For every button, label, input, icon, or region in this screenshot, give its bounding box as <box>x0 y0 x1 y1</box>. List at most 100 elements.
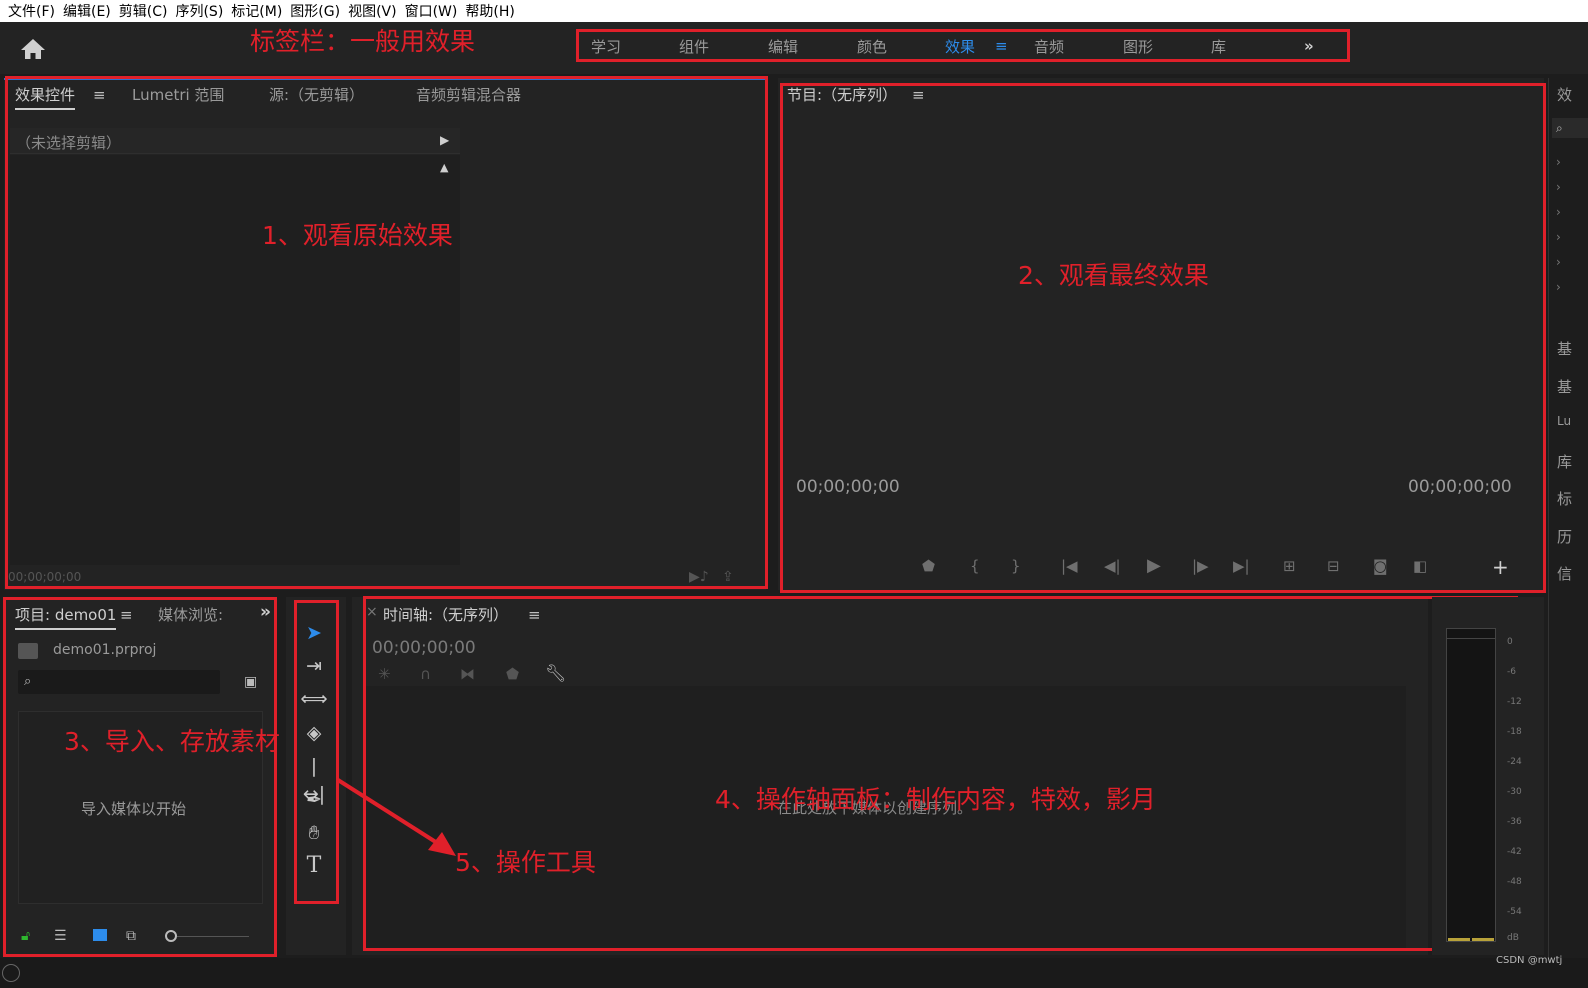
freeform-view-icon[interactable]: ⧉ <box>126 928 136 944</box>
nest-icon[interactable]: ✳ <box>378 665 391 683</box>
timeline-timecode[interactable]: 00;00;00;00 <box>372 638 476 658</box>
scroll-up-icon[interactable]: ▲ <box>440 161 448 174</box>
export-icon[interactable]: ⇪ <box>722 569 734 585</box>
mark-out-icon[interactable]: } <box>1011 557 1021 575</box>
side-info-tab[interactable]: 信 <box>1557 563 1572 584</box>
lift-icon[interactable]: ⊞ <box>1283 557 1296 575</box>
go-to-in-icon[interactable]: |◀ <box>1061 557 1078 575</box>
hand-tool-icon[interactable]: ✋︎ <box>300 819 328 847</box>
annotation-final-effect: 2、观看最终效果 <box>1018 261 1209 290</box>
step-forward-icon[interactable]: |▶ <box>1192 557 1209 575</box>
tab-project[interactable]: 项目: demo01 <box>15 604 117 630</box>
annotation-arrow <box>336 778 456 856</box>
ripple-edit-tool-icon[interactable]: ⟺ <box>300 685 328 713</box>
zoom-slider-track[interactable] <box>177 936 249 937</box>
workspace-tab-assembly[interactable]: 组件 <box>679 36 709 57</box>
extract-icon[interactable]: ⊟ <box>1327 557 1340 575</box>
effect-controls-timecode: 00;00;00;00 <box>8 570 82 584</box>
go-to-out-icon[interactable]: ▶| <box>1233 557 1250 575</box>
workspace-tab-audio[interactable]: 音频 <box>1034 36 1064 57</box>
new-bin-search-icon[interactable]: ▣ <box>244 674 257 690</box>
timeline-title[interactable]: 时间轴:（无序列） <box>383 604 508 625</box>
side-history-tab[interactable]: 历 <box>1557 526 1572 547</box>
import-media-text: 导入媒体以开始 <box>81 800 187 818</box>
meter-tick: -48 <box>1507 877 1522 887</box>
double-chevron-right-icon[interactable]: » <box>1304 37 1314 55</box>
menu-graphics[interactable]: 图形(G) <box>288 1 346 21</box>
annotation-timeline: 4、操作轴面板：制作内容，特效，影月 <box>715 785 1156 814</box>
annotation-tools: 5、操作工具 <box>455 848 596 877</box>
linked-selection-icon[interactable]: ⧓ <box>460 665 475 683</box>
side-markers-tab[interactable]: 标 <box>1557 488 1572 509</box>
side-lumetri-tab[interactable]: Lu <box>1557 414 1571 428</box>
workspace-tab-editing[interactable]: 编辑 <box>768 36 798 57</box>
program-title[interactable]: 节目:（无序列） <box>787 84 897 105</box>
workspace-menu-icon[interactable]: ≡ <box>995 37 1008 55</box>
side-effects-tab[interactable]: 效 <box>1557 84 1572 105</box>
razor-tool-icon[interactable]: ◈ <box>300 719 328 747</box>
workspace-tab-color[interactable]: 颜色 <box>857 36 887 57</box>
project-search-input[interactable]: ⌕ <box>18 670 220 694</box>
project-more-icon[interactable]: » <box>260 602 271 622</box>
program-timecode-current[interactable]: 00;00;00;00 <box>796 477 900 497</box>
home-icon[interactable] <box>20 38 46 60</box>
menu-window[interactable]: 窗口(W) <box>403 1 464 21</box>
snap-icon[interactable]: ∩ <box>420 665 431 683</box>
comparison-view-icon[interactable]: ◧ <box>1413 557 1427 575</box>
timeline-close-icon[interactable]: × <box>366 604 378 620</box>
meter-tick: -54 <box>1507 907 1522 917</box>
workspace-tab-effects[interactable]: 效果 <box>945 36 975 57</box>
workspace-tab-graphics[interactable]: 图形 <box>1123 36 1153 57</box>
meter-tick: -24 <box>1507 757 1522 767</box>
pen-tool-icon[interactable]: ✒ <box>300 786 328 814</box>
tab-audio-clip-mixer[interactable]: 音频剪辑混合器 <box>416 84 521 105</box>
side-libraries-tab[interactable]: 库 <box>1557 451 1572 472</box>
selection-tool-icon[interactable]: ➤ <box>300 619 328 647</box>
status-icon[interactable] <box>2 964 20 982</box>
add-button-icon[interactable]: + <box>1492 555 1509 579</box>
filter-audio-icon[interactable]: ▶♪ <box>689 569 709 585</box>
side-search-field[interactable]: ⌕ <box>1552 118 1588 138</box>
type-tool-icon[interactable]: T <box>300 852 328 880</box>
tab-media-browser[interactable]: 媒体浏览: <box>158 604 223 625</box>
menu-view[interactable]: 视图(V) <box>346 1 403 21</box>
menu-marker[interactable]: 标记(M) <box>229 1 288 21</box>
export-frame-icon[interactable]: ◙ <box>1373 557 1388 575</box>
menu-edit[interactable]: 编辑(E) <box>61 1 117 21</box>
audio-meter <box>1446 628 1496 942</box>
list-view-icon[interactable]: ☰ <box>54 928 67 944</box>
workspace-tab-learn[interactable]: 学习 <box>591 36 621 57</box>
track-select-tool-icon[interactable]: ⇥ <box>300 652 328 680</box>
tab-lumetri-scopes[interactable]: Lumetri 范围 <box>132 84 224 105</box>
menu-clip[interactable]: 剪辑(C) <box>117 1 174 21</box>
zoom-slider-handle[interactable] <box>165 930 177 942</box>
menu-help[interactable]: 帮助(H) <box>463 1 520 21</box>
menu-file[interactable]: 文件(F) <box>6 1 61 21</box>
side-essential-tab-1[interactable]: 基 <box>1557 338 1572 359</box>
marker-icon[interactable]: ⬟ <box>922 557 935 575</box>
timeline-menu-icon[interactable]: ≡ <box>528 606 541 624</box>
play-icon[interactable]: ▶ <box>1147 555 1161 576</box>
add-marker-icon[interactable]: ⬟ <box>506 665 519 683</box>
side-chevron-list[interactable]: › › › › › › <box>1556 150 1561 300</box>
play-triangle-icon[interactable]: ▶ <box>440 133 449 147</box>
annotation-original-effect: 1、观看原始效果 <box>262 221 453 250</box>
meter-tick: -42 <box>1507 847 1522 857</box>
tab-effect-controls[interactable]: 效果控件 <box>15 84 76 110</box>
wrench-icon[interactable]: 🔧︎ <box>545 664 567 684</box>
icon-view-icon[interactable] <box>93 929 107 941</box>
menu-sequence[interactable]: 序列(S) <box>173 1 229 21</box>
tab-source[interactable]: 源:（无剪辑） <box>269 84 364 105</box>
side-essential-tab-2[interactable]: 基 <box>1557 376 1572 397</box>
slip-tool-icon[interactable]: |↔| <box>300 752 328 805</box>
lock-icon[interactable]: 🔓︎ <box>21 928 30 944</box>
program-menu-icon[interactable]: ≡ <box>912 86 925 104</box>
panel-menu-icon[interactable]: ≡ <box>93 86 106 104</box>
project-menu-icon[interactable]: ≡ <box>120 606 133 624</box>
step-back-icon[interactable]: ◀| <box>1104 557 1121 575</box>
meter-level-right <box>1472 938 1494 941</box>
mark-in-icon[interactable]: { <box>970 557 980 575</box>
workspace-tab-libraries[interactable]: 库 <box>1211 36 1226 57</box>
meter-tick: -12 <box>1507 697 1522 707</box>
meter-tick: 0 <box>1507 637 1513 647</box>
